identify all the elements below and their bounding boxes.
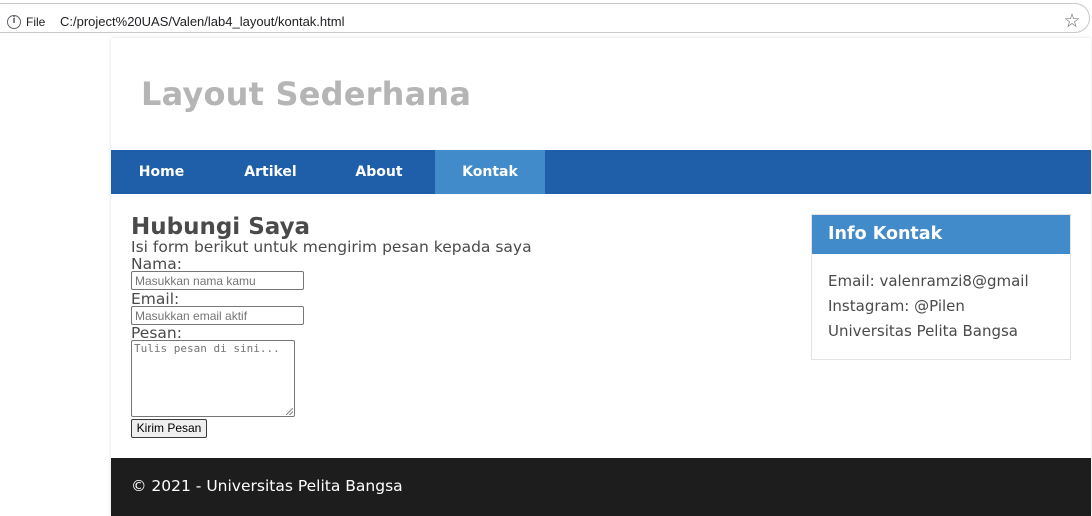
site-header: Layout Sederhana — [111, 38, 1091, 150]
contact-heading: Hubungi Saya — [131, 214, 311, 240]
site-title: Layout Sederhana — [141, 75, 472, 113]
footer-copyright: © 2021 - Universitas Pelita Bangsa — [131, 477, 403, 495]
file-label[interactable]: File — [26, 13, 45, 31]
url-text[interactable]: C:/project%20UAS/Valen/lab4_layout/konta… — [60, 13, 344, 31]
contact-section: Hubungi Saya Isi form berikut untuk meng… — [131, 214, 771, 464]
nav-about-link[interactable]: About — [329, 150, 429, 194]
contact-email-line: Email: valenramzi8@gmail — [828, 272, 1029, 290]
nav-artikel-link[interactable]: Artikel — [212, 150, 329, 194]
submit-button[interactable]: Kirim Pesan — [131, 419, 207, 438]
url-box[interactable]: i File C:/project%20UAS/Valen/lab4_layou… — [0, 3, 1090, 33]
browser-address-bar: i File C:/project%20UAS/Valen/lab4_layou… — [0, 0, 1092, 38]
message-placeholder: Tulis pesan di sini... — [134, 342, 280, 355]
contact-info-box: Info Kontak Email: valenramzi8@gmail Ins… — [811, 214, 1071, 360]
contact-intro: Isi form berikut untuk mengirim pesan ke… — [131, 238, 532, 256]
contact-info-title: Info Kontak — [812, 215, 1070, 254]
message-textarea[interactable]: Tulis pesan di sini... — [131, 340, 295, 417]
contact-instagram-line: Instagram: @Pilen — [828, 297, 965, 315]
resize-handle-icon[interactable] — [286, 408, 293, 415]
info-icon[interactable]: i — [7, 15, 21, 29]
nav-kontak-link[interactable]: Kontak — [435, 150, 545, 194]
name-input[interactable] — [131, 271, 304, 290]
email-input[interactable] — [131, 306, 304, 325]
nav-home-link[interactable]: Home — [111, 150, 212, 194]
contact-university-line: Universitas Pelita Bangsa — [828, 322, 1018, 340]
page-container: Layout Sederhana Home Artikel About Kont… — [111, 38, 1091, 516]
main-nav: Home Artikel About Kontak — [111, 150, 1091, 194]
bookmark-star-icon[interactable]: ☆ — [1062, 10, 1082, 32]
site-footer: © 2021 - Universitas Pelita Bangsa — [111, 458, 1091, 516]
